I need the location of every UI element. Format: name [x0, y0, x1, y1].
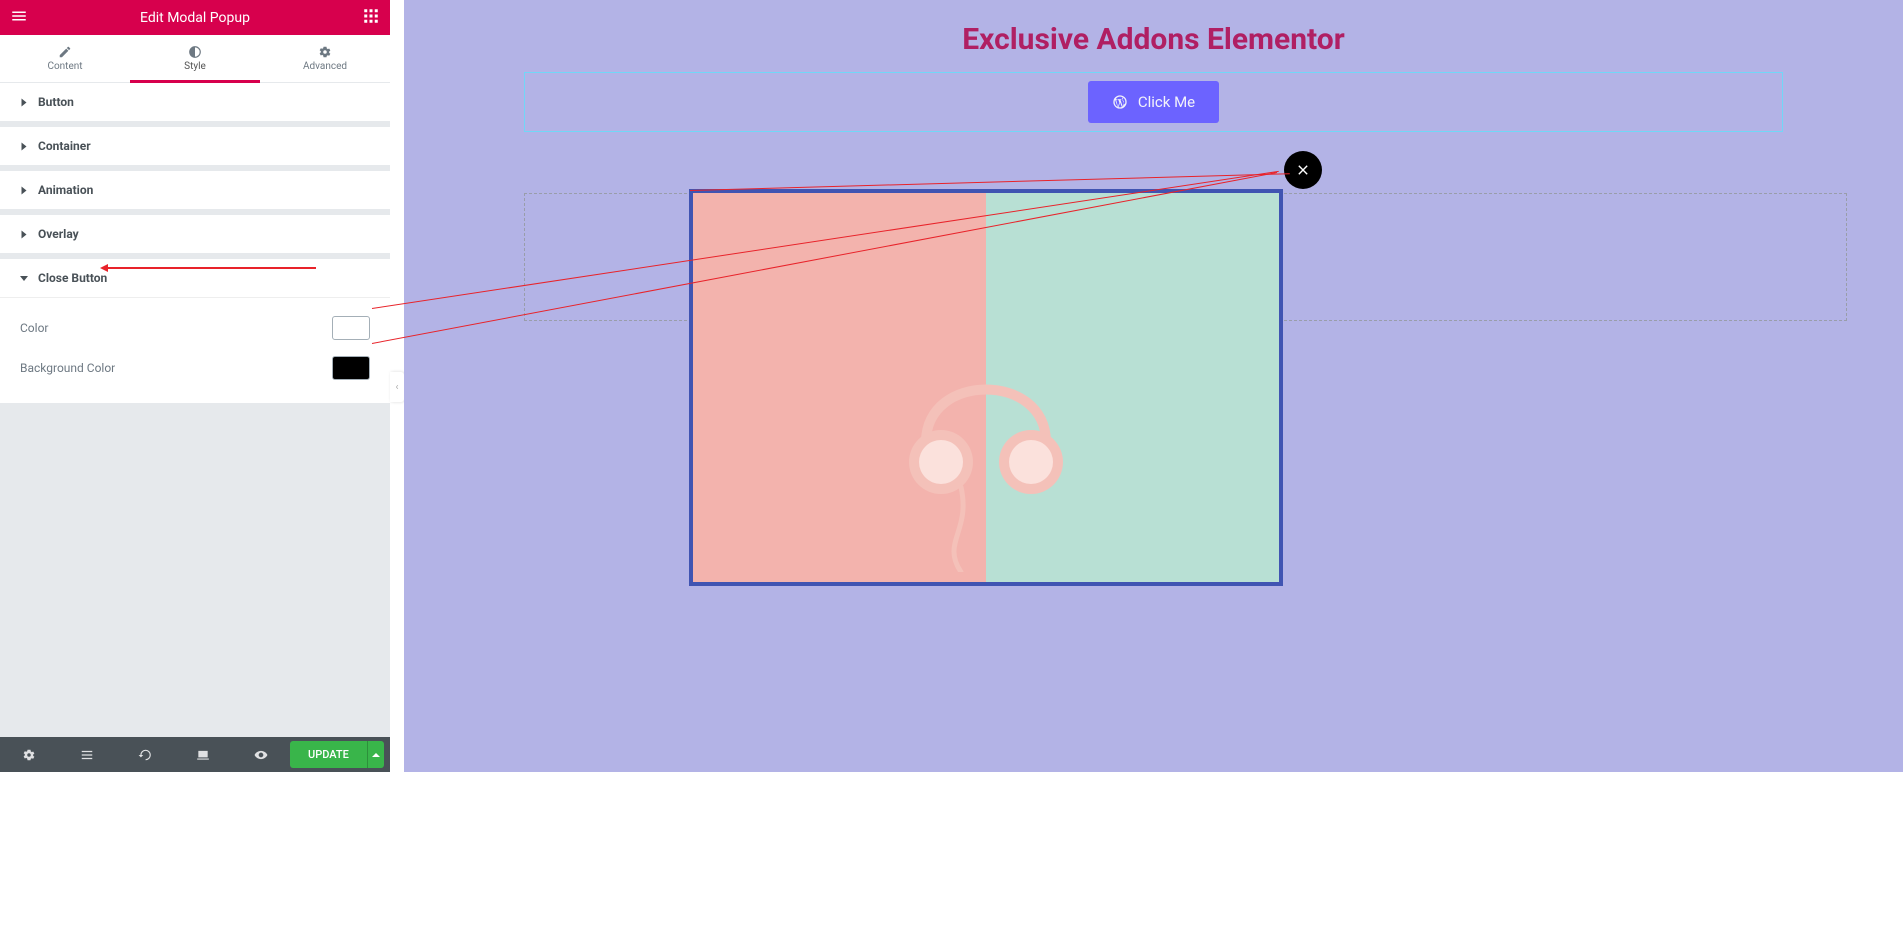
- control-bg-color: Background Color: [20, 348, 370, 388]
- history-icon[interactable]: [116, 737, 174, 772]
- click-me-label: Click Me: [1138, 93, 1195, 111]
- close-icon: [1296, 163, 1310, 177]
- editor-tabs: Content Style Advanced: [0, 35, 390, 83]
- caret-icon: [22, 186, 27, 194]
- caret-icon: [22, 230, 27, 238]
- settings-icon[interactable]: [0, 737, 58, 772]
- color-swatch-color[interactable]: [332, 316, 370, 340]
- caret-icon: [22, 98, 27, 106]
- accordion-content: Color Background Color: [0, 297, 390, 403]
- accordion-animation[interactable]: Animation: [0, 171, 390, 209]
- tab-label: Content: [47, 61, 82, 72]
- sidebar-header: Edit Modal Popup: [0, 0, 390, 35]
- accordion-label: Overlay: [38, 227, 79, 241]
- update-main[interactable]: UPDATE: [290, 741, 367, 768]
- section-frame[interactable]: Click Me: [524, 72, 1783, 132]
- caret-icon: [20, 276, 28, 281]
- color-swatch-bg[interactable]: [332, 356, 370, 380]
- accordion-overlay[interactable]: Overlay: [0, 215, 390, 253]
- pencil-icon: [58, 45, 72, 59]
- control-color: Color: [20, 308, 370, 348]
- wordpress-icon: [1112, 94, 1128, 110]
- headphones-illustration: [901, 332, 1071, 572]
- update-button: UPDATE: [290, 741, 384, 768]
- gear-icon: [318, 45, 332, 59]
- accordion-button[interactable]: Button: [0, 83, 390, 121]
- tab-advanced[interactable]: Advanced: [260, 35, 390, 82]
- preview-icon[interactable]: [232, 737, 290, 772]
- accordion-label: Button: [38, 95, 74, 109]
- bottom-bar: UPDATE: [0, 737, 390, 772]
- tab-label: Advanced: [303, 61, 347, 72]
- collapse-handle[interactable]: ‹: [390, 372, 404, 402]
- header-title: Edit Modal Popup: [140, 10, 250, 26]
- accordion-label: Close Button: [38, 271, 107, 285]
- modal-preview[interactable]: [689, 189, 1283, 586]
- contrast-icon: [188, 45, 202, 59]
- navigator-icon[interactable]: [58, 737, 116, 772]
- menu-icon[interactable]: [10, 7, 28, 29]
- tab-content[interactable]: Content: [0, 35, 130, 82]
- control-label: Background Color: [20, 361, 115, 375]
- apps-icon[interactable]: [362, 7, 380, 29]
- control-label: Color: [20, 321, 48, 335]
- caret-icon: [22, 142, 27, 150]
- accordion-container[interactable]: Container: [0, 127, 390, 165]
- tab-style[interactable]: Style: [130, 35, 260, 82]
- editor-sidebar: Edit Modal Popup Content Style Advanced …: [0, 0, 390, 772]
- tab-label: Style: [184, 61, 206, 72]
- preview-canvas: Exclusive Addons Elementor Click Me: [404, 0, 1903, 772]
- page-title: Exclusive Addons Elementor: [404, 0, 1903, 67]
- accordion-label: Animation: [38, 183, 93, 197]
- accordion-close-button[interactable]: Close Button Color Background Color: [0, 259, 390, 403]
- accordion-label: Container: [38, 139, 91, 153]
- update-dropdown[interactable]: [367, 741, 384, 768]
- panel-body: Button Container Animation Overlay Close…: [0, 83, 390, 772]
- modal-close-button[interactable]: [1284, 151, 1322, 189]
- click-me-button[interactable]: Click Me: [1088, 81, 1219, 123]
- responsive-icon[interactable]: [174, 737, 232, 772]
